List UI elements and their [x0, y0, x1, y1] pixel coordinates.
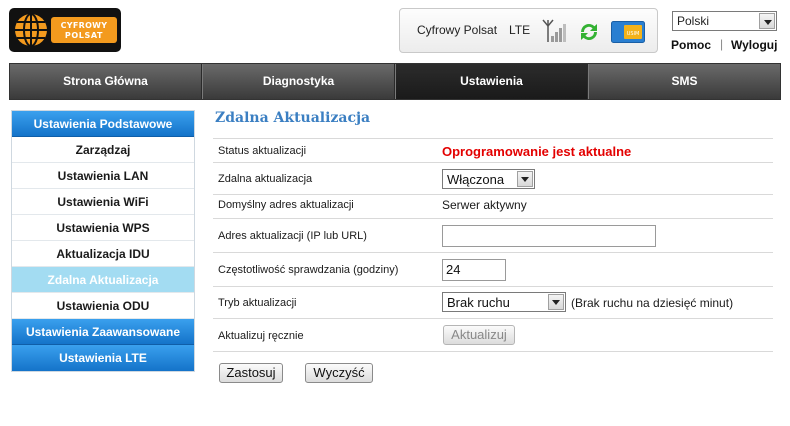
- update-mode-label: Tryb aktualizacji: [218, 297, 297, 309]
- chevron-down-icon[interactable]: [548, 294, 564, 310]
- sidebar-item-wifi[interactable]: Ustawienia WiFi: [12, 189, 194, 215]
- sidebar-item-wps[interactable]: Ustawienia WPS: [12, 215, 194, 241]
- tab-home[interactable]: Strona Główna: [10, 64, 202, 99]
- sidebar-item-advanced-settings[interactable]: Ustawienia Zaawansowane: [12, 319, 194, 345]
- remote-update-label: Zdalna aktualizacja: [218, 173, 313, 185]
- remote-update-row: Zdalna aktualizacja Włączona: [213, 162, 773, 194]
- sidebar-item-manage[interactable]: Zarządzaj: [12, 137, 194, 163]
- update-address-input[interactable]: [442, 225, 656, 247]
- update-mode-value: Brak ruchu: [447, 295, 510, 310]
- refresh-icon[interactable]: [577, 20, 601, 44]
- update-mode-row: Tryb aktualizacji Brak ruchu (Brak ruchu…: [213, 286, 773, 318]
- help-link[interactable]: Pomoc: [671, 38, 711, 52]
- brand-logo: CYFROWY POLSAT: [9, 8, 121, 52]
- check-frequency-label: Częstotliwość sprawdzania (godziny): [218, 264, 399, 276]
- status-label: Status aktualizacji: [218, 145, 307, 157]
- status-row: Status aktualizacji Oprogramowanie jest …: [213, 138, 773, 162]
- sidebar-item-remote-update[interactable]: Zdalna Aktualizacja: [12, 267, 194, 293]
- remote-update-value: Włączona: [447, 172, 505, 187]
- brand-line-2: POLSAT: [64, 31, 104, 40]
- page-title: Zdalna Aktualizacja: [215, 110, 371, 126]
- sidebar-item-odu[interactable]: Ustawienia ODU: [12, 293, 194, 319]
- update-mode-select[interactable]: Brak ruchu: [442, 292, 566, 312]
- update-address-label: Adres aktualizacji (IP lub URL): [218, 230, 367, 242]
- sidebar-item-idu-update[interactable]: Aktualizacja IDU: [12, 241, 194, 267]
- default-address-row: Domyślny adres aktualizacji Serwer aktyw…: [213, 194, 773, 218]
- language-select[interactable]: Polski: [672, 11, 777, 31]
- check-frequency-input[interactable]: 24: [442, 259, 506, 281]
- tab-settings[interactable]: Ustawienia: [395, 64, 588, 99]
- check-frequency-row: Częstotliwość sprawdzania (godziny) 24: [213, 252, 773, 286]
- chevron-down-icon[interactable]: [517, 171, 533, 187]
- language-value: Polski: [677, 14, 710, 28]
- sidebar-item-lte[interactable]: Ustawienia LTE: [12, 345, 194, 371]
- connection-status-panel: Cyfrowy Polsat LTE USIM: [399, 8, 658, 53]
- brand-wordmark: CYFROWY POLSAT: [51, 17, 117, 43]
- header-separator: |: [720, 37, 724, 51]
- brand-line-1: CYFROWY: [60, 21, 108, 30]
- sidebar-item-lan[interactable]: Ustawienia LAN: [12, 163, 194, 189]
- default-address-label: Domyślny adres aktualizacji: [218, 199, 354, 211]
- globe-icon: [15, 13, 47, 47]
- chevron-down-icon[interactable]: [759, 13, 775, 29]
- update-address-row: Adres aktualizacji (IP lub URL): [213, 218, 773, 252]
- sim-card-icon: USIM: [611, 21, 645, 43]
- clear-button[interactable]: Wyczyść: [305, 363, 373, 383]
- sim-label: USIM: [627, 31, 640, 37]
- logout-link[interactable]: Wyloguj: [731, 38, 777, 52]
- signal-strength-icon: [542, 19, 566, 42]
- sidebar-item-basic-settings[interactable]: Ustawienia Podstawowe: [12, 111, 194, 137]
- update-mode-hint: (Brak ruchu na dziesięć minut): [571, 296, 734, 310]
- operator-name: Cyfrowy Polsat: [417, 23, 498, 37]
- tab-diagnostics[interactable]: Diagnostyka: [202, 64, 395, 99]
- update-now-button[interactable]: Aktualizuj: [443, 325, 515, 345]
- status-value: Oprogramowanie jest aktualne: [442, 144, 632, 159]
- remote-update-form: Status aktualizacji Oprogramowanie jest …: [213, 138, 773, 352]
- remote-update-select[interactable]: Włączona: [442, 169, 535, 189]
- tab-sms[interactable]: SMS: [588, 64, 780, 99]
- manual-update-label: Aktualizuj ręcznie: [218, 330, 304, 342]
- settings-sidebar: Ustawienia Podstawowe Zarządzaj Ustawien…: [11, 110, 195, 372]
- default-address-value: Serwer aktywny: [442, 198, 527, 212]
- manual-update-row: Aktualizuj ręcznie Aktualizuj: [213, 318, 773, 352]
- network-type: LTE: [509, 23, 531, 37]
- main-navigation: Strona Główna Diagnostyka Ustawienia SMS: [9, 63, 781, 100]
- apply-button[interactable]: Zastosuj: [219, 363, 283, 383]
